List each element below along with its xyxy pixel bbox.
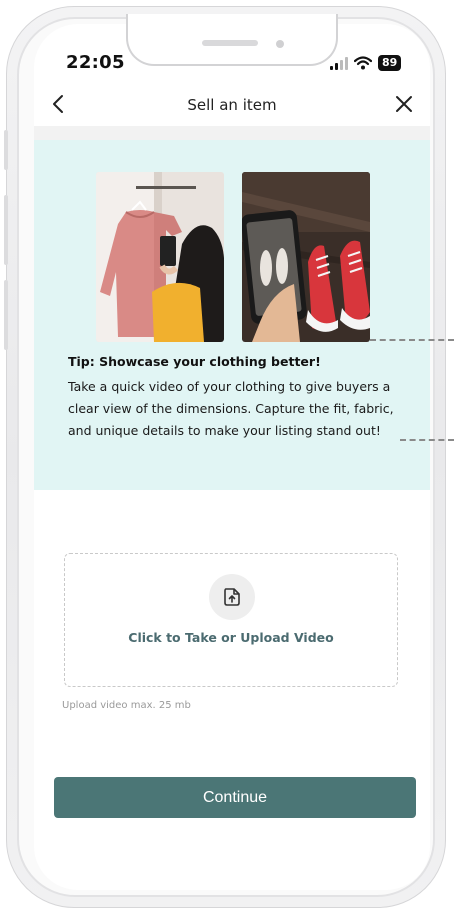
side-button	[4, 195, 8, 265]
video-upload-area[interactable]: Click to Take or Upload Video	[64, 553, 398, 687]
tip-photo-shirt	[96, 172, 224, 342]
tip-panel: Tip: Showcase your clothing better! Take…	[34, 140, 430, 490]
tip-photo-sneakers	[242, 172, 370, 342]
speaker	[202, 40, 258, 46]
annotation-line	[400, 439, 454, 441]
nav-bar: Sell an item	[34, 88, 430, 124]
tip-title: Tip: Showcase your clothing better!	[68, 354, 321, 369]
signal-icon	[330, 56, 348, 70]
status-icons: 89	[330, 54, 402, 72]
front-camera	[276, 40, 284, 48]
battery-icon: 89	[378, 55, 402, 71]
upload-icon-badge	[209, 574, 255, 620]
section-divider	[34, 126, 430, 140]
close-button[interactable]	[390, 90, 418, 118]
close-icon	[396, 96, 412, 112]
status-time: 22:05	[66, 52, 125, 73]
annotation-line	[370, 339, 454, 341]
upload-file-icon	[224, 588, 240, 606]
side-button	[4, 280, 8, 350]
upload-label: Click to Take or Upload Video	[128, 630, 334, 645]
page-title: Sell an item	[187, 96, 277, 114]
side-button	[4, 130, 8, 170]
upload-hint: Upload video max. 25 mb	[62, 700, 191, 711]
tip-body: Take a quick video of your clothing to g…	[68, 379, 394, 438]
wifi-icon	[354, 56, 372, 70]
continue-button[interactable]: Continue	[54, 777, 416, 818]
